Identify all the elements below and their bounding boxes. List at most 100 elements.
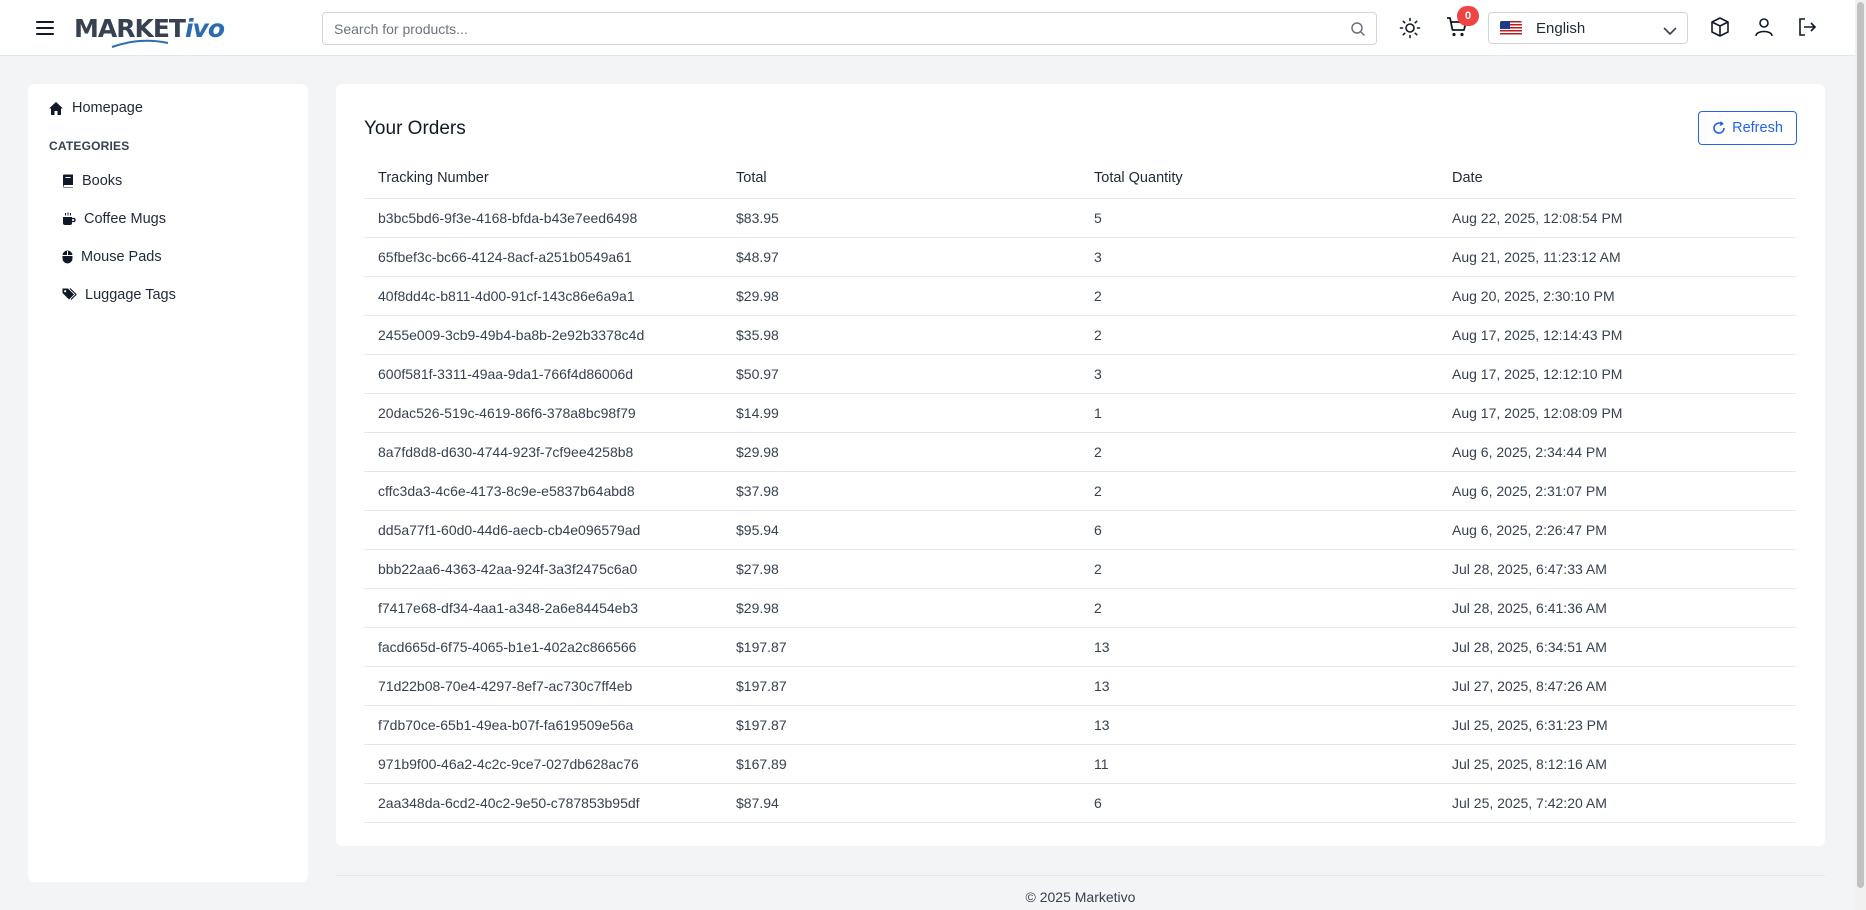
cell-tracking-number: 971b9f00-46a2-4c2c-9ce7-027db628ac76 <box>364 744 722 784</box>
cell-total: $197.87 <box>722 705 1080 745</box>
cell-tracking-number: dd5a77f1-60d0-44d6-aecb-cb4e096579ad <box>364 510 722 550</box>
language-select[interactable]: English <box>1488 12 1688 44</box>
table-row[interactable]: f7417e68-df34-4aa1-a348-2a6e84454eb3 $29… <box>364 588 1796 628</box>
table-row[interactable]: dd5a77f1-60d0-44d6-aecb-cb4e096579ad $95… <box>364 510 1796 550</box>
cell-total: $167.89 <box>722 744 1080 784</box>
us-flag-icon <box>1500 20 1522 36</box>
cell-date: Aug 22, 2025, 12:08:54 PM <box>1438 198 1796 238</box>
cell-total-quantity: 2 <box>1080 432 1438 472</box>
cell-date: Aug 17, 2025, 12:12:10 PM <box>1438 354 1796 394</box>
cell-date: Jul 28, 2025, 6:34:51 AM <box>1438 627 1796 667</box>
page-scrollbar[interactable] <box>1855 0 1866 910</box>
cell-total-quantity: 11 <box>1080 744 1438 784</box>
cell-date: Jul 25, 2025, 6:31:23 PM <box>1438 705 1796 745</box>
column-header-tracking-number[interactable]: Tracking Number <box>364 159 722 199</box>
cell-total-quantity: 13 <box>1080 705 1438 745</box>
menu-icon[interactable] <box>34 17 56 39</box>
cell-total-quantity: 1 <box>1080 393 1438 433</box>
column-header-date[interactable]: Date <box>1438 159 1796 199</box>
cell-total-quantity: 2 <box>1080 315 1438 355</box>
cell-tracking-number: cffc3da3-4c6e-4173-8c9e-e5837b64abd8 <box>364 471 722 511</box>
cell-tracking-number: bbb22aa6-4363-42aa-924f-3a3f2475c6a0 <box>364 549 722 589</box>
refresh-label: Refresh <box>1732 120 1783 136</box>
language-label: English <box>1536 19 1586 37</box>
sidebar-item-books[interactable]: Books <box>62 173 122 189</box>
logout-icon[interactable] <box>1795 15 1819 39</box>
cell-total: $35.98 <box>722 315 1080 355</box>
refresh-button[interactable]: Refresh <box>1698 111 1797 145</box>
cell-total: $29.98 <box>722 432 1080 472</box>
cell-date: Aug 6, 2025, 2:31:07 PM <box>1438 471 1796 511</box>
page-title: Your Orders <box>364 118 466 139</box>
column-header-total[interactable]: Total <box>722 159 1080 199</box>
cell-total: $48.97 <box>722 237 1080 277</box>
table-row[interactable]: 40f8dd4c-b811-4d00-91cf-143c86e6a9a1 $29… <box>364 276 1796 316</box>
search-input[interactable] <box>323 13 1376 44</box>
table-row[interactable]: bbb22aa6-4363-42aa-924f-3a3f2475c6a0 $27… <box>364 549 1796 589</box>
cell-date: Jul 28, 2025, 6:47:33 AM <box>1438 549 1796 589</box>
cell-total: $50.97 <box>722 354 1080 394</box>
table-row[interactable]: 2aa348da-6cd2-40c2-9e50-c787853b95df $87… <box>364 783 1796 823</box>
mug-icon <box>63 212 76 225</box>
search-box <box>322 12 1377 45</box>
sidebar-item-label: Mouse Pads <box>81 249 162 265</box>
user-profile-icon[interactable] <box>1752 15 1776 39</box>
search-icon[interactable] <box>1350 21 1366 42</box>
cell-tracking-number: 40f8dd4c-b811-4d00-91cf-143c86e6a9a1 <box>364 276 722 316</box>
table-row[interactable]: 20dac526-519c-4619-86f6-378a8bc98f79 $14… <box>364 393 1796 433</box>
sidebar-item-luggage-tags[interactable]: Luggage Tags <box>62 287 176 303</box>
marketivo-logo[interactable]: MARKETivo <box>74 10 225 48</box>
cell-total-quantity: 2 <box>1080 471 1438 511</box>
home-icon <box>49 101 63 115</box>
cell-tracking-number: 600f581f-3311-49aa-9da1-766f4d86006d <box>364 354 722 394</box>
sidebar-item-coffee-mugs[interactable]: Coffee Mugs <box>62 211 166 227</box>
cell-date: Aug 20, 2025, 2:30:10 PM <box>1438 276 1796 316</box>
sidebar-item-homepage[interactable]: Homepage <box>48 100 143 116</box>
sidebar-item-mouse-pads[interactable]: Mouse Pads <box>62 249 162 265</box>
cell-date: Aug 17, 2025, 12:08:09 PM <box>1438 393 1796 433</box>
table-row[interactable]: 2455e009-3cb9-49b4-ba8b-2e92b3378c4d $35… <box>364 315 1796 355</box>
sidebar: Homepage CATEGORIES Books Coffee Mugs Mo… <box>28 84 308 882</box>
table-row[interactable]: cffc3da3-4c6e-4173-8c9e-e5837b64abd8 $37… <box>364 471 1796 511</box>
cell-total: $197.87 <box>722 666 1080 706</box>
cell-total-quantity: 3 <box>1080 237 1438 277</box>
cell-date: Jul 28, 2025, 6:41:36 AM <box>1438 588 1796 628</box>
cell-date: Aug 21, 2025, 11:23:12 AM <box>1438 237 1796 277</box>
cell-total-quantity: 5 <box>1080 198 1438 238</box>
logo-accent-text: ivo <box>184 13 225 43</box>
table-row[interactable]: 600f581f-3311-49aa-9da1-766f4d86006d $50… <box>364 354 1796 394</box>
column-header-total-quantity[interactable]: Total Quantity <box>1080 159 1438 199</box>
categories-heading: CATEGORIES <box>49 139 130 153</box>
table-row[interactable]: 65fbef3c-bc66-4124-8acf-a251b0549a61 $48… <box>364 237 1796 277</box>
chevron-down-icon <box>1663 23 1677 41</box>
table-row[interactable]: 8a7fd8d8-d630-4744-923f-7cf9ee4258b8 $29… <box>364 432 1796 472</box>
theme-toggle-sun-icon[interactable] <box>1398 16 1422 40</box>
cell-tracking-number: 20dac526-519c-4619-86f6-378a8bc98f79 <box>364 393 722 433</box>
refresh-icon <box>1713 121 1725 134</box>
cell-total: $83.95 <box>722 198 1080 238</box>
top-header: MARKETivo 0 <box>0 0 1855 56</box>
cell-total: $14.99 <box>722 393 1080 433</box>
sidebar-item-label: Luggage Tags <box>85 287 176 303</box>
table-row[interactable]: b3bc5bd6-9f3e-4168-bfda-b43e7eed6498 $83… <box>364 198 1796 238</box>
package-box-icon[interactable] <box>1708 15 1732 39</box>
cell-tracking-number: f7417e68-df34-4aa1-a348-2a6e84454eb3 <box>364 588 722 628</box>
logo-swoosh-icon <box>111 39 169 48</box>
table-row[interactable]: f7db70ce-65b1-49ea-b07f-fa619509e56a $19… <box>364 705 1796 745</box>
cell-date: Jul 27, 2025, 8:47:26 AM <box>1438 666 1796 706</box>
cell-total: $27.98 <box>722 549 1080 589</box>
cell-total-quantity: 6 <box>1080 510 1438 550</box>
cell-tracking-number: b3bc5bd6-9f3e-4168-bfda-b43e7eed6498 <box>364 198 722 238</box>
cell-tracking-number: facd665d-6f75-4065-b1e1-402a2c866566 <box>364 627 722 667</box>
table-row[interactable]: facd665d-6f75-4065-b1e1-402a2c866566 $19… <box>364 627 1796 667</box>
cell-date: Aug 6, 2025, 2:26:47 PM <box>1438 510 1796 550</box>
sidebar-item-label: Books <box>82 173 123 189</box>
table-row[interactable]: 71d22b08-70e4-4297-8ef7-ac730c7ff4eb $19… <box>364 666 1796 706</box>
cell-total-quantity: 13 <box>1080 666 1438 706</box>
cell-total-quantity: 2 <box>1080 588 1438 628</box>
orders-table: Tracking Number Total Total Quantity Dat… <box>364 159 1796 823</box>
cell-total-quantity: 3 <box>1080 354 1438 394</box>
table-row[interactable]: 971b9f00-46a2-4c2c-9ce7-027db628ac76 $16… <box>364 744 1796 784</box>
scrollbar-thumb[interactable] <box>1857 2 1864 888</box>
cell-tracking-number: 2455e009-3cb9-49b4-ba8b-2e92b3378c4d <box>364 315 722 355</box>
